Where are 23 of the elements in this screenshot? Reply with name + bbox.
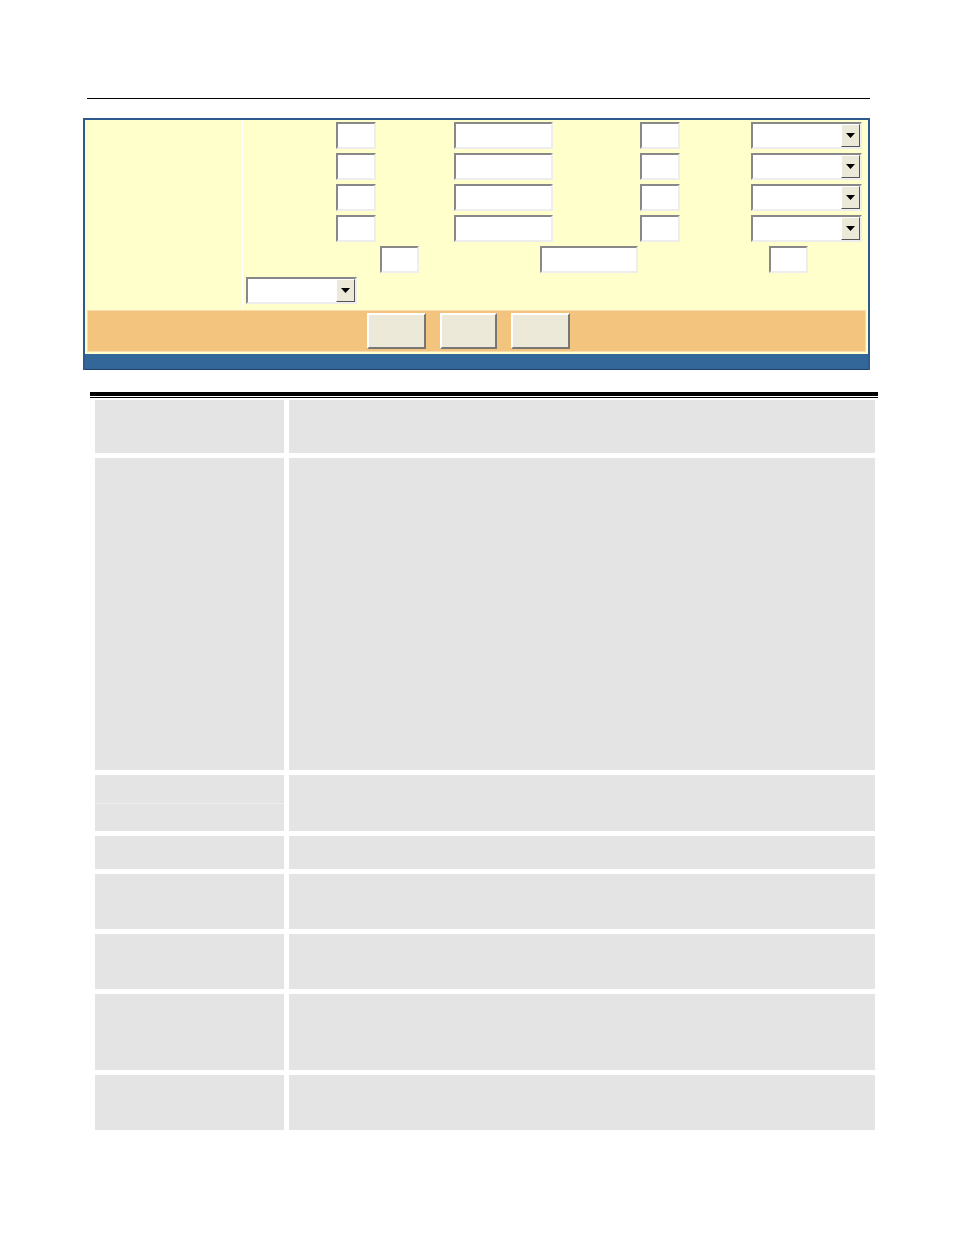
text-field[interactable] <box>640 153 680 180</box>
dropdown-field[interactable] <box>751 153 862 180</box>
text-field[interactable] <box>336 215 376 242</box>
dropdown-field[interactable] <box>246 277 357 304</box>
text-field[interactable] <box>769 246 808 273</box>
text-field[interactable] <box>454 215 553 242</box>
dropdown-field[interactable] <box>751 184 862 211</box>
blank-button[interactable] <box>367 313 426 350</box>
text-field[interactable] <box>454 184 553 211</box>
text-field[interactable] <box>640 184 680 211</box>
text-field[interactable] <box>640 215 680 242</box>
text-field[interactable] <box>454 153 553 180</box>
text-field[interactable] <box>336 122 376 149</box>
text-field[interactable] <box>640 122 680 149</box>
text-field[interactable] <box>336 153 376 180</box>
dropdown-field[interactable] <box>751 215 862 242</box>
text-field[interactable] <box>454 122 553 149</box>
text-field[interactable] <box>336 184 376 211</box>
dropdown-field[interactable] <box>751 122 862 149</box>
blank-button[interactable] <box>440 313 497 350</box>
text-field[interactable] <box>540 246 638 273</box>
text-field[interactable] <box>380 246 419 273</box>
blank-button[interactable] <box>511 313 570 350</box>
